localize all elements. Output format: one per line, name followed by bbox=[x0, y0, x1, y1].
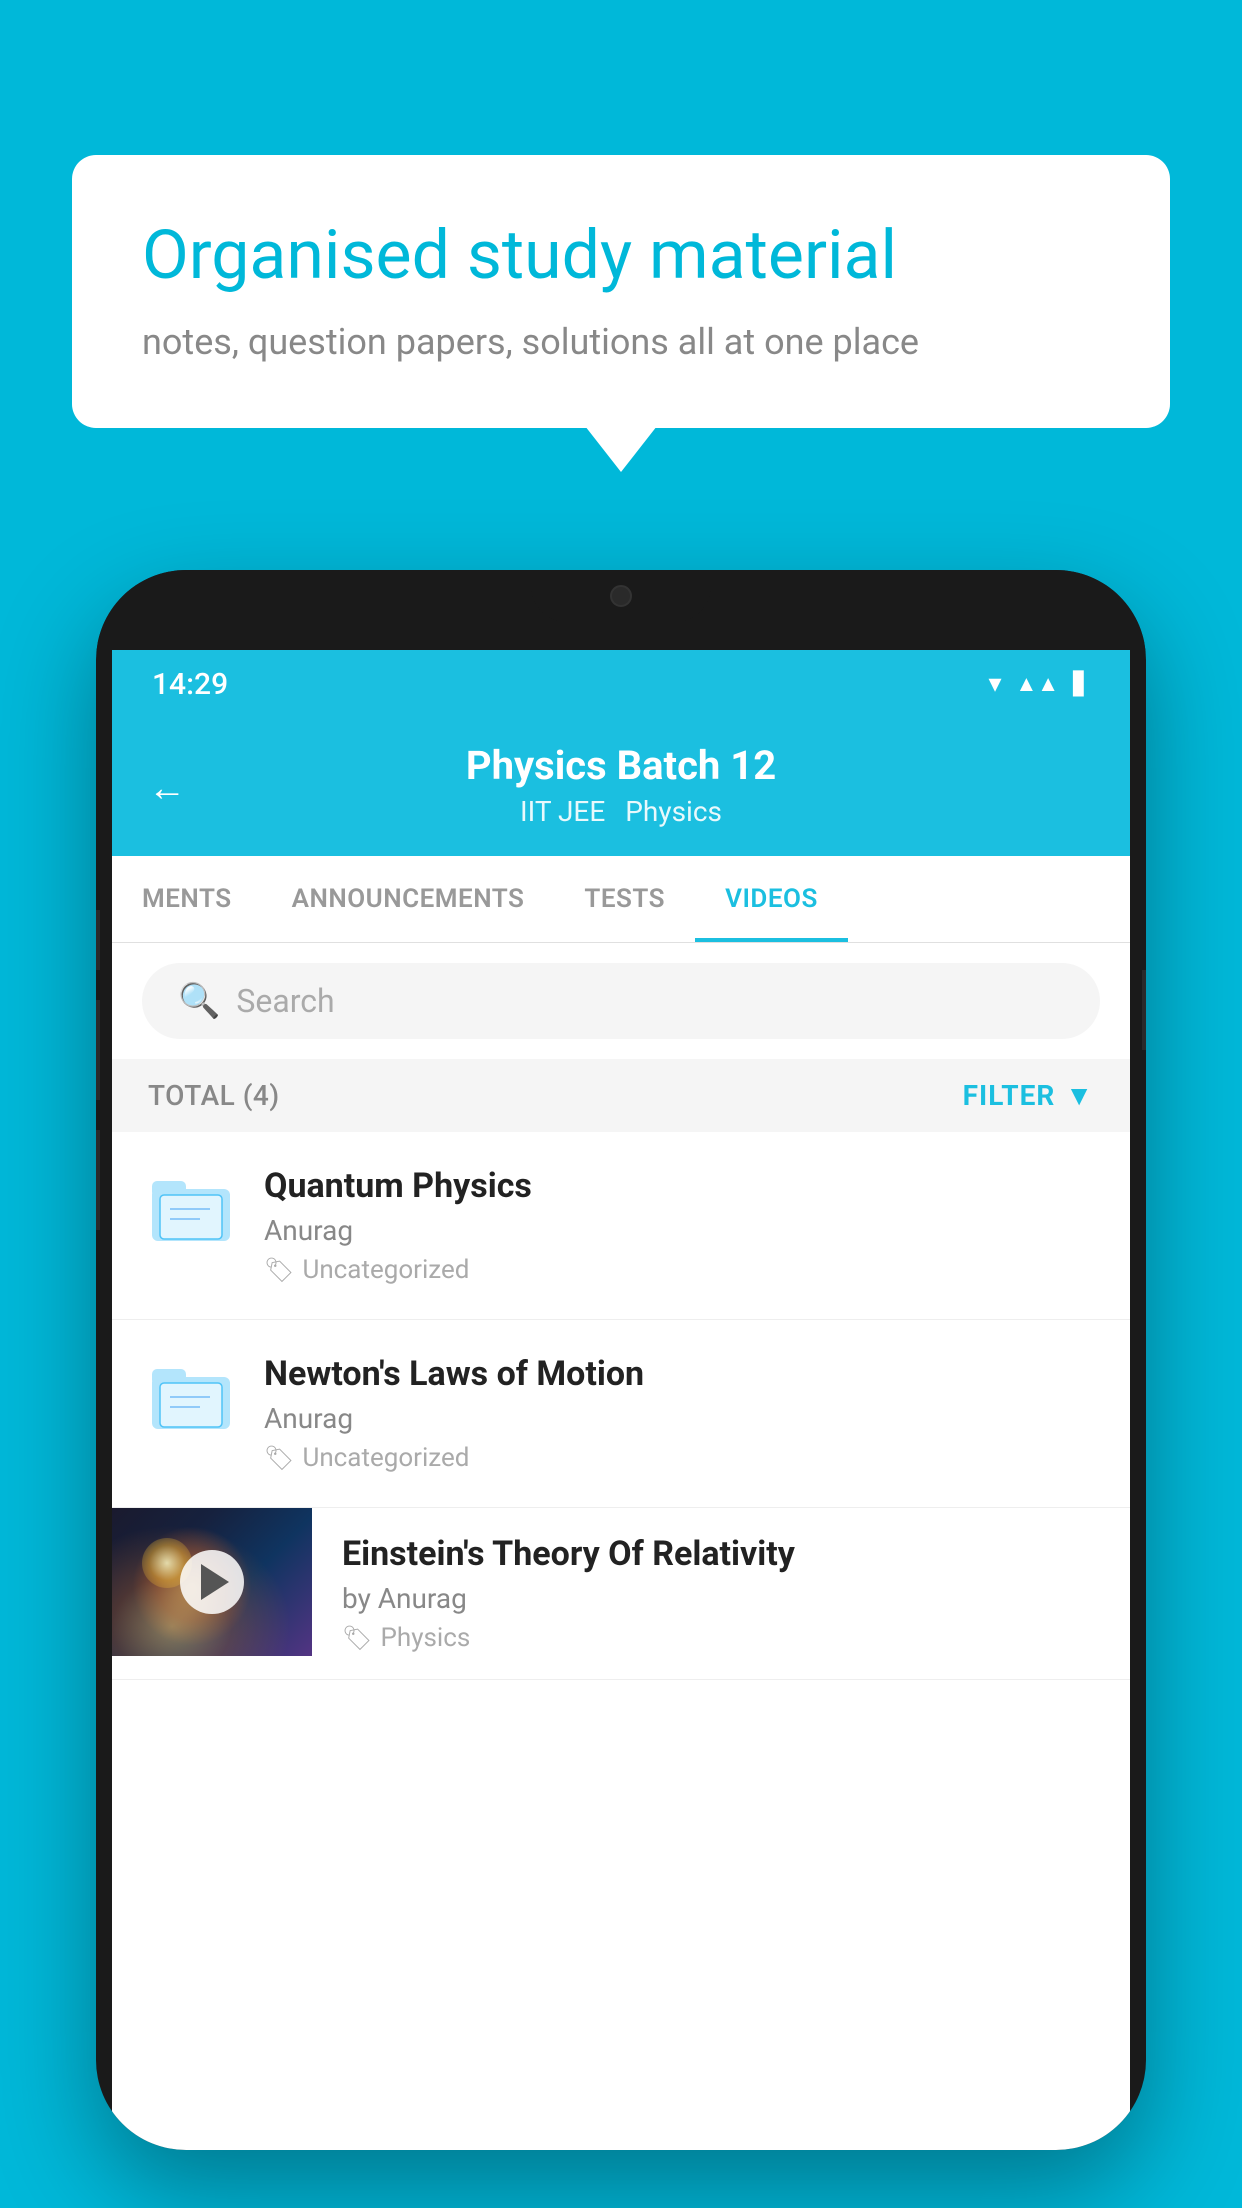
tab-videos[interactable]: VIDEOS bbox=[695, 856, 848, 942]
item-info: Newton's Laws of Motion Anurag 🏷 Uncateg… bbox=[264, 1354, 1094, 1473]
folder-svg bbox=[152, 1175, 232, 1245]
tag-icon: 🏷 bbox=[264, 1444, 294, 1472]
folder-icon bbox=[152, 1363, 232, 1433]
header-subtitle-physics: Physics bbox=[625, 795, 722, 828]
status-bar: 14:29 ▾ ▲▲ ▋ bbox=[112, 650, 1130, 718]
item-author: Anurag bbox=[264, 1214, 1094, 1247]
header-subtitle: IIT JEE Physics bbox=[520, 795, 722, 828]
speech-bubble-container: Organised study material notes, question… bbox=[72, 155, 1170, 428]
play-button[interactable] bbox=[180, 1550, 244, 1614]
volume-up-button bbox=[96, 1000, 100, 1100]
back-button[interactable]: ← bbox=[148, 764, 186, 811]
status-time: 14:29 bbox=[152, 667, 228, 702]
speech-bubble: Organised study material notes, question… bbox=[72, 155, 1170, 428]
tag-label: Uncategorized bbox=[302, 1443, 469, 1473]
item-info: Quantum Physics Anurag 🏷 Uncategorized bbox=[264, 1166, 1094, 1285]
content-list: Quantum Physics Anurag 🏷 Uncategorized bbox=[112, 1132, 1130, 1680]
tab-tests[interactable]: TESTS bbox=[554, 856, 695, 942]
search-icon: 🔍 bbox=[178, 981, 220, 1021]
folder-icon bbox=[152, 1175, 232, 1245]
bubble-subtitle: notes, question papers, solutions all at… bbox=[142, 321, 1100, 363]
tag-label: Uncategorized bbox=[302, 1255, 469, 1285]
item-icon-wrap bbox=[148, 1166, 236, 1254]
phone-inner: 14:29 ▾ ▲▲ ▋ ← Physics Batch 12 IIT JEE bbox=[112, 650, 1130, 2150]
phone-screen: 14:29 ▾ ▲▲ ▋ ← Physics Batch 12 IIT JEE bbox=[112, 650, 1130, 2150]
tag-icon: 🏷 bbox=[342, 1624, 372, 1652]
volume-silent-button bbox=[96, 910, 100, 970]
video-tag: 🏷 Physics bbox=[342, 1623, 1100, 1653]
video-thumbnail bbox=[112, 1508, 312, 1656]
list-item[interactable]: Quantum Physics Anurag 🏷 Uncategorized bbox=[112, 1132, 1130, 1320]
filter-button[interactable]: FILTER ▼ bbox=[963, 1079, 1094, 1112]
item-tag: 🏷 Uncategorized bbox=[264, 1443, 1094, 1473]
wifi-icon: ▾ bbox=[988, 669, 1001, 699]
folder-svg bbox=[152, 1363, 232, 1433]
list-item-video[interactable]: Einstein's Theory Of Relativity by Anura… bbox=[112, 1508, 1130, 1680]
back-arrow-icon: ← bbox=[148, 767, 186, 811]
app-header: ← Physics Batch 12 IIT JEE Physics bbox=[112, 718, 1130, 856]
front-camera bbox=[610, 585, 632, 607]
signal-icon: ▲▲ bbox=[1016, 671, 1060, 697]
filter-icon: ▼ bbox=[1065, 1079, 1094, 1112]
header-title: Physics Batch 12 bbox=[466, 742, 776, 789]
item-icon-wrap bbox=[148, 1354, 236, 1442]
filter-label: FILTER bbox=[963, 1079, 1056, 1112]
header-subtitle-iit: IIT JEE bbox=[520, 795, 605, 828]
video-title: Einstein's Theory Of Relativity bbox=[342, 1534, 1100, 1574]
status-icons: ▾ ▲▲ ▋ bbox=[988, 669, 1090, 699]
phone-top-bezel bbox=[96, 570, 1146, 650]
video-info: Einstein's Theory Of Relativity by Anura… bbox=[312, 1508, 1130, 1679]
tabs-container: MENTS ANNOUNCEMENTS TESTS VIDEOS bbox=[112, 856, 1130, 943]
phone-mockup: 14:29 ▾ ▲▲ ▋ ← Physics Batch 12 IIT JEE bbox=[96, 570, 1146, 2150]
tag-icon: 🏷 bbox=[264, 1256, 294, 1284]
tab-announcements[interactable]: ANNOUNCEMENTS bbox=[262, 856, 555, 942]
item-author: Anurag bbox=[264, 1402, 1094, 1435]
power-button bbox=[1142, 970, 1146, 1050]
filter-bar: TOTAL (4) FILTER ▼ bbox=[112, 1059, 1130, 1132]
play-triangle-icon bbox=[201, 1564, 229, 1600]
battery-icon: ▋ bbox=[1073, 672, 1090, 697]
bubble-title: Organised study material bbox=[142, 215, 1100, 297]
video-author: by Anurag bbox=[342, 1582, 1100, 1615]
item-title: Quantum Physics bbox=[264, 1166, 1094, 1206]
tab-ments[interactable]: MENTS bbox=[112, 856, 262, 942]
search-container: 🔍 Search bbox=[112, 943, 1130, 1059]
list-item[interactable]: Newton's Laws of Motion Anurag 🏷 Uncateg… bbox=[112, 1320, 1130, 1508]
volume-down-button bbox=[96, 1130, 100, 1230]
total-count: TOTAL (4) bbox=[148, 1079, 280, 1112]
search-placeholder: Search bbox=[236, 982, 334, 1020]
phone-notch bbox=[531, 570, 711, 622]
item-tag: 🏷 Uncategorized bbox=[264, 1255, 1094, 1285]
tag-label: Physics bbox=[380, 1623, 470, 1653]
item-title: Newton's Laws of Motion bbox=[264, 1354, 1094, 1394]
search-bar[interactable]: 🔍 Search bbox=[142, 963, 1100, 1039]
